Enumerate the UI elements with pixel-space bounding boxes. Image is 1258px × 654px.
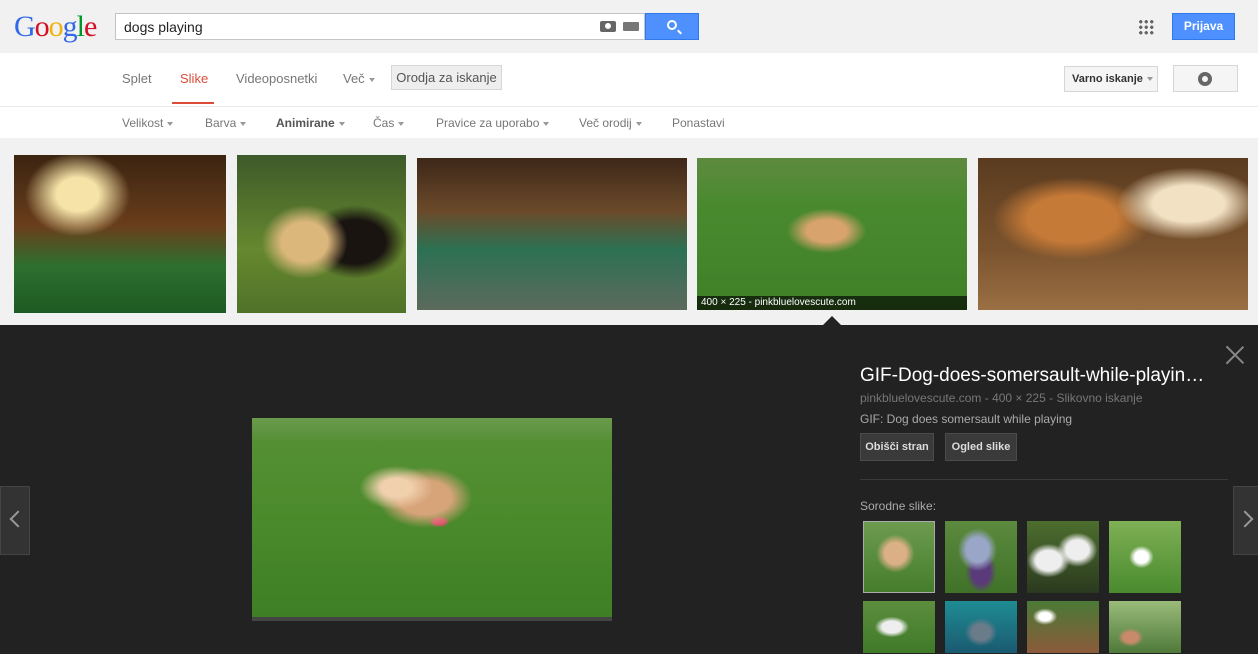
chevron-down-icon [543,121,550,126]
result-image-selected[interactable]: 400 × 225 - pinkbluelovescute.com [697,158,967,310]
tool-usage-rights[interactable]: Pravice za uporabo [436,116,550,130]
search-input[interactable] [116,14,586,39]
chevron-down-icon [338,121,345,126]
safe-search-label: Varno iskanje [1072,73,1143,85]
search-tools-bar: Velikost Barva Animirane Čas Pravice za … [0,107,1258,138]
apps-grid-icon[interactable] [1138,19,1154,35]
related-image[interactable] [863,521,935,593]
tool-reset[interactable]: Ponastavi [672,116,725,130]
preview-info: GIF-Dog-does-somersault-while-playin… pi… [860,365,1230,426]
safe-search-button[interactable]: Varno iskanje [1064,66,1158,92]
related-image[interactable] [1027,521,1099,593]
search-tools-button[interactable]: Orodja za iskanje [391,65,502,90]
signin-button[interactable]: Prijava [1172,13,1235,40]
result-caption: 400 × 225 - pinkbluelovescute.com [697,296,967,310]
related-images-label: Sorodne slike: [860,499,937,513]
chevron-down-icon [368,77,375,82]
tool-more-tools[interactable]: Več orodij [579,116,642,130]
tab-web[interactable]: Splet [122,71,152,86]
settings-button[interactable] [1173,65,1238,92]
tab-more-label: Več [343,71,365,86]
search-tabs: Splet Slike Videoposnetki Več Orodja za … [0,53,1258,107]
selection-pointer [823,316,841,325]
logo-letter: o [48,10,64,43]
preview-title[interactable]: GIF-Dog-does-somersault-while-playin… [860,365,1220,387]
related-image[interactable] [1027,601,1099,653]
tool-color[interactable]: Barva [205,116,247,130]
gear-icon [1198,72,1212,86]
tool-time[interactable]: Čas [373,116,405,130]
previous-image-button[interactable] [0,486,30,555]
related-image[interactable] [945,601,1017,653]
image-results-row: 400 × 225 - pinkbluelovescute.com [0,138,1258,325]
close-icon[interactable] [1226,345,1244,363]
search-icon [667,20,677,30]
header-bar: Google Prijava [0,0,1258,53]
tool-animated-label: Animirane [276,116,335,130]
chevron-down-icon [1146,77,1153,82]
keyboard-icon[interactable] [623,22,639,31]
google-logo[interactable]: Google [14,10,97,44]
logo-letter: e [84,10,97,43]
next-image-button[interactable] [1233,486,1258,555]
tab-more[interactable]: Več [343,71,375,86]
view-image-button[interactable]: Ogled slike [945,433,1017,461]
tool-size-label: Velikost [122,116,164,130]
preview-description: GIF: Dog does somersault while playing [860,412,1073,426]
tab-videos[interactable]: Videoposnetki [236,71,317,86]
search-button[interactable] [645,13,699,40]
chevron-left-icon [9,510,27,528]
tool-usage-rights-label: Pravice za uporabo [436,116,540,130]
tool-size[interactable]: Velikost [122,116,174,130]
active-tab-indicator [172,102,214,104]
chevron-down-icon [398,121,405,126]
result-image[interactable] [237,155,406,313]
result-image[interactable] [14,155,226,313]
visit-page-button[interactable]: Obišči stran [860,433,934,461]
chevron-down-icon [240,121,247,126]
chevron-down-icon [635,121,642,126]
camera-icon[interactable] [600,21,616,32]
related-image[interactable] [945,521,1017,593]
logo-letter: l [76,10,85,43]
result-image[interactable] [978,158,1248,310]
search-box[interactable] [115,13,645,40]
tool-time-label: Čas [373,116,395,130]
tool-color-label: Barva [205,116,237,130]
tool-more-tools-label: Več orodij [579,116,632,130]
divider [860,479,1228,480]
preview-meta: pinkbluelovescute.com - 400 × 225 - Slik… [860,391,1143,405]
logo-letter: o [34,10,50,43]
tab-images[interactable]: Slike [180,71,208,86]
related-image[interactable] [1109,521,1181,593]
chevron-down-icon [167,121,174,126]
related-image[interactable] [1109,601,1181,653]
logo-letter: g [62,10,78,43]
result-image[interactable] [417,158,687,310]
preview-image[interactable] [252,418,612,621]
related-image[interactable] [863,601,935,653]
tool-animated[interactable]: Animirane [276,116,345,130]
logo-letter: G [14,10,36,43]
chevron-right-icon [1236,510,1254,528]
